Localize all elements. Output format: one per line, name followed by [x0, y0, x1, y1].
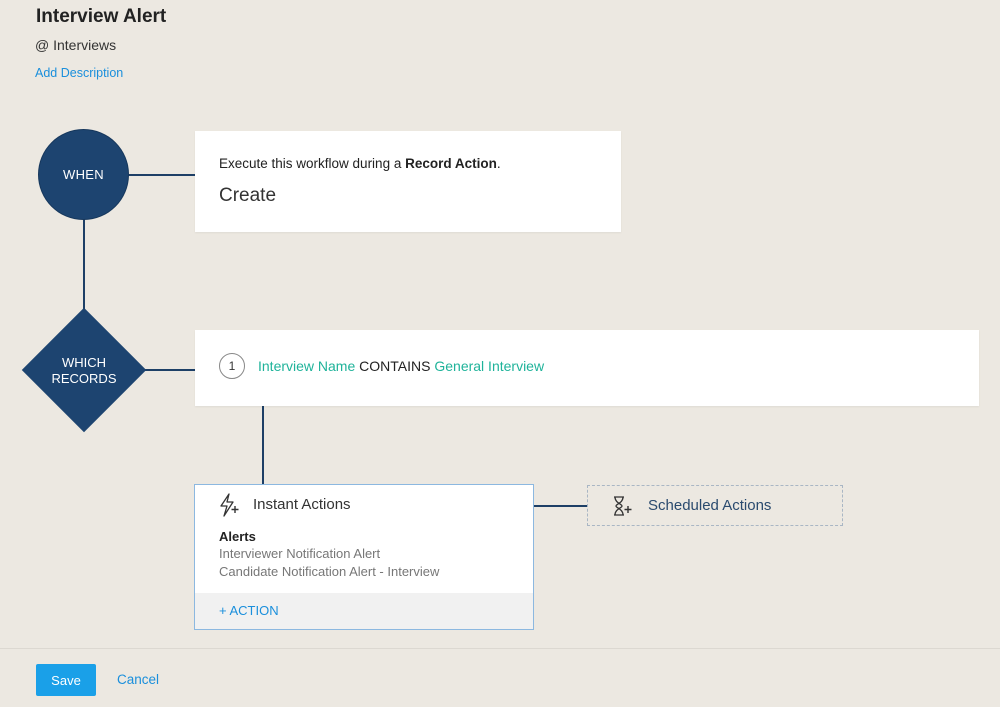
alerts-heading: Alerts	[219, 529, 256, 544]
when-which-connector	[83, 218, 85, 313]
instant-actions-card[interactable]: Instant Actions Alerts Interviewer Notif…	[194, 484, 534, 630]
record-action-label: Record Action	[405, 156, 497, 171]
action-bar: + ACTION	[195, 593, 533, 629]
module-label: @ Interviews	[35, 37, 117, 53]
when-description-suffix: .	[496, 156, 501, 171]
cancel-button[interactable]: Cancel	[117, 672, 159, 687]
which-records-label-line2: RECORDS	[51, 371, 117, 386]
when-node-label: WHEN	[63, 167, 104, 182]
actions-connector	[534, 505, 587, 507]
which-connector	[140, 369, 195, 371]
criteria-card[interactable]: 1 Interview Name CONTAINS General Interv…	[195, 330, 979, 406]
when-action-value: Create	[219, 185, 277, 206]
when-description-prefix: Execute this workflow during a	[219, 156, 406, 171]
which-records-label-line1: WHICH	[61, 355, 107, 370]
alert-item[interactable]: Interviewer Notification Alert	[219, 546, 380, 561]
when-node: WHEN	[39, 130, 128, 219]
when-description: Execute this workflow during a Record Ac…	[219, 156, 501, 171]
criteria-text: Interview Name CONTAINS General Intervie…	[258, 358, 544, 374]
scheduled-actions-title: Scheduled Actions	[648, 497, 772, 514]
lightning-plus-icon	[220, 493, 239, 517]
when-connector	[128, 174, 195, 176]
which-records-label: WHICH RECORDS	[25, 355, 143, 387]
when-card[interactable]: Execute this workflow during a Record Ac…	[195, 131, 621, 232]
criteria-number-badge: 1	[219, 353, 245, 379]
criteria-field: Interview Name	[258, 358, 356, 374]
workflow-title: Interview Alert	[36, 6, 167, 27]
hourglass-plus-icon	[614, 496, 632, 516]
instant-actions-title: Instant Actions	[253, 496, 351, 513]
alert-item[interactable]: Candidate Notification Alert - Interview	[219, 564, 439, 579]
criteria-operator: CONTAINS	[359, 358, 431, 374]
criteria-actions-connector	[262, 406, 264, 485]
scheduled-actions-box[interactable]: Scheduled Actions	[587, 485, 843, 526]
criteria-value: General Interview	[434, 358, 545, 374]
add-description-link[interactable]: Add Description	[35, 66, 123, 80]
save-button[interactable]: Save	[36, 664, 96, 696]
add-action-button[interactable]: + ACTION	[219, 603, 279, 618]
footer-divider	[0, 648, 1000, 649]
